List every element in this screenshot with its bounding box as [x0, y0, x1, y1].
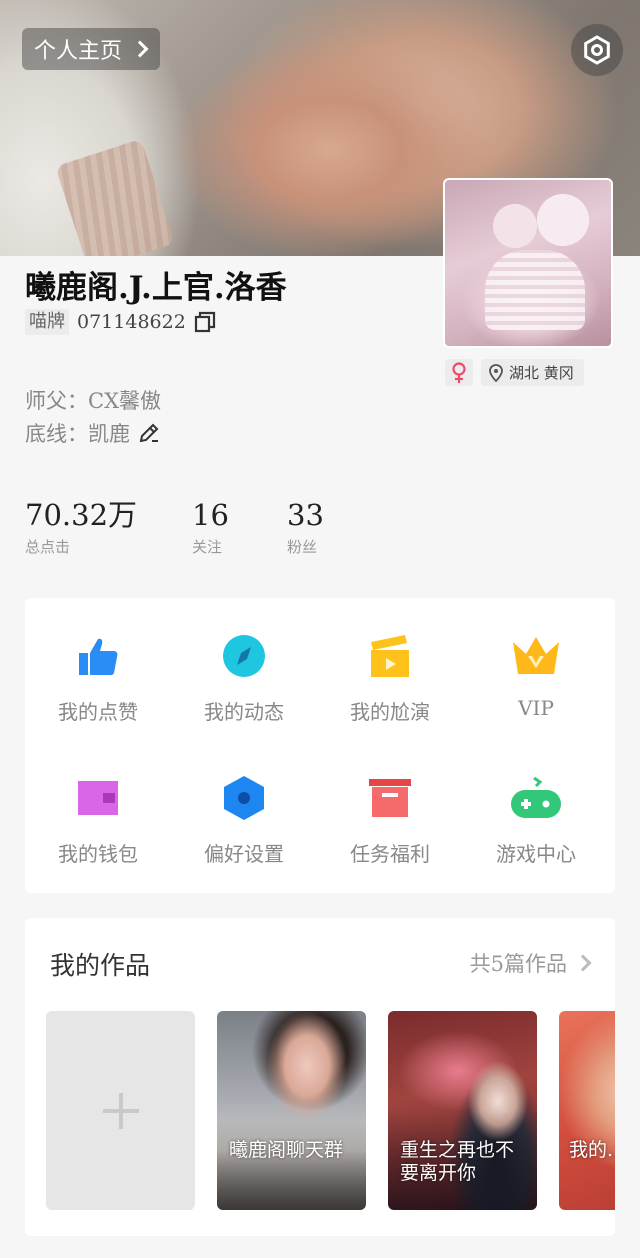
works-thumbnail-strip[interactable]: 曦鹿阁聊天群 重生之再也不要离开你 我的...: [46, 1011, 615, 1211]
wallet-icon: [78, 781, 118, 815]
menu-label: 游戏中心: [496, 842, 576, 866]
stat-following[interactable]: 16 关注: [192, 498, 229, 557]
bottom-line-info: 底线：凯鹿: [25, 418, 160, 448]
female-icon: [452, 361, 466, 383]
menu-preferences[interactable]: 偏好设置: [171, 774, 317, 867]
chevron-right-icon: [574, 954, 592, 972]
gift-box-icon: [369, 779, 411, 817]
menu-label: 任务福利: [350, 842, 430, 866]
hexagon-settings-icon: [584, 35, 610, 65]
location-pin-icon: [489, 363, 503, 382]
crown-icon: [513, 637, 559, 674]
menu-label: 我的动态: [204, 700, 284, 724]
menu-label: 我的钱包: [58, 842, 138, 866]
work-thumbnail[interactable]: 曦鹿阁聊天群: [217, 1011, 366, 1210]
stat-value: 33: [287, 498, 324, 532]
settings-button[interactable]: [571, 24, 623, 76]
menu-my-likes[interactable]: 我的点赞: [25, 632, 171, 725]
menu-my-wallet[interactable]: 我的钱包: [25, 774, 171, 867]
stat-label: 总点击: [25, 538, 71, 556]
stat-label: 粉丝: [287, 538, 318, 556]
cover-sleeve-detail: [55, 138, 175, 256]
stat-value: 16: [192, 498, 229, 532]
hexagon-settings-icon: [224, 776, 264, 820]
menu-vip[interactable]: VIP: [463, 632, 609, 720]
personal-homepage-label: 个人主页: [34, 39, 123, 64]
username: 曦鹿阁.J.上官.洛香: [25, 270, 287, 306]
copy-icon[interactable]: [194, 311, 216, 333]
profile-tags: 湖北 黄冈: [445, 359, 584, 386]
works-count-label: 共5篇作品: [469, 952, 567, 976]
location-text: 湖北 黄冈: [509, 364, 574, 382]
edit-pencil-icon[interactable]: [138, 422, 160, 444]
gender-tag: [445, 359, 473, 386]
work-thumbnail[interactable]: 我的...: [559, 1011, 615, 1210]
menu-my-acting[interactable]: 我的尬演: [317, 632, 463, 725]
work-thumbnail[interactable]: 重生之再也不要离开你: [388, 1011, 537, 1210]
master-info: 师父：CX馨傲: [25, 389, 162, 413]
stat-label: 关注: [192, 538, 223, 556]
work-title: 重生之再也不要离开你: [400, 1139, 515, 1184]
user-id-row: 喵牌 071148622: [25, 309, 216, 335]
location-tag: 湖北 黄冈: [481, 359, 584, 386]
menu-task-rewards[interactable]: 任务福利: [317, 774, 463, 867]
thumbs-up-icon: [79, 638, 118, 675]
bottom-line-text: 底线：凯鹿: [25, 422, 130, 446]
stat-total-clicks[interactable]: 70.32万 总点击: [25, 498, 137, 557]
id-badge: 喵牌: [25, 309, 69, 335]
avatar-dress-detail: [485, 250, 585, 330]
menu-label: 偏好设置: [204, 842, 284, 866]
clapperboard-icon: [371, 635, 409, 677]
stat-followers[interactable]: 33 粉丝: [287, 498, 324, 557]
compass-icon: [223, 635, 265, 677]
menu-label: VIP: [518, 696, 554, 720]
personal-homepage-button[interactable]: 个人主页: [22, 28, 161, 70]
add-work-button[interactable]: [46, 1011, 195, 1210]
avatar[interactable]: [443, 178, 613, 348]
work-title: 我的...: [569, 1139, 615, 1161]
profile-page: 个人主页 湖北 黄冈 曦鹿阁.J.上官.洛香 喵牌 071148622 师父：C…: [0, 0, 640, 1258]
plus-icon: [102, 1092, 139, 1129]
user-id-number: 071148622: [77, 311, 186, 333]
menu-label: 我的尬演: [350, 700, 430, 724]
chevron-right-icon: [131, 40, 149, 58]
works-title: 我的作品: [50, 951, 151, 980]
my-works-card: 我的作品 共5篇作品 曦鹿阁聊天群 重生之再也不要离开你 我的...: [25, 918, 615, 1236]
menu-my-moments[interactable]: 我的动态: [171, 632, 317, 725]
work-title: 曦鹿阁聊天群: [229, 1139, 344, 1161]
works-count-link[interactable]: 共5篇作品: [469, 948, 592, 978]
stat-value: 70.32万: [25, 498, 138, 532]
gamepad-icon: [511, 776, 561, 818]
menu-grid-card: 我的点赞 我的动态 我的尬演 VIP 我的钱包 偏好设置 任务福利 游戏中心: [25, 598, 615, 893]
menu-game-center[interactable]: 游戏中心: [463, 774, 609, 867]
menu-label: 我的点赞: [58, 700, 138, 724]
